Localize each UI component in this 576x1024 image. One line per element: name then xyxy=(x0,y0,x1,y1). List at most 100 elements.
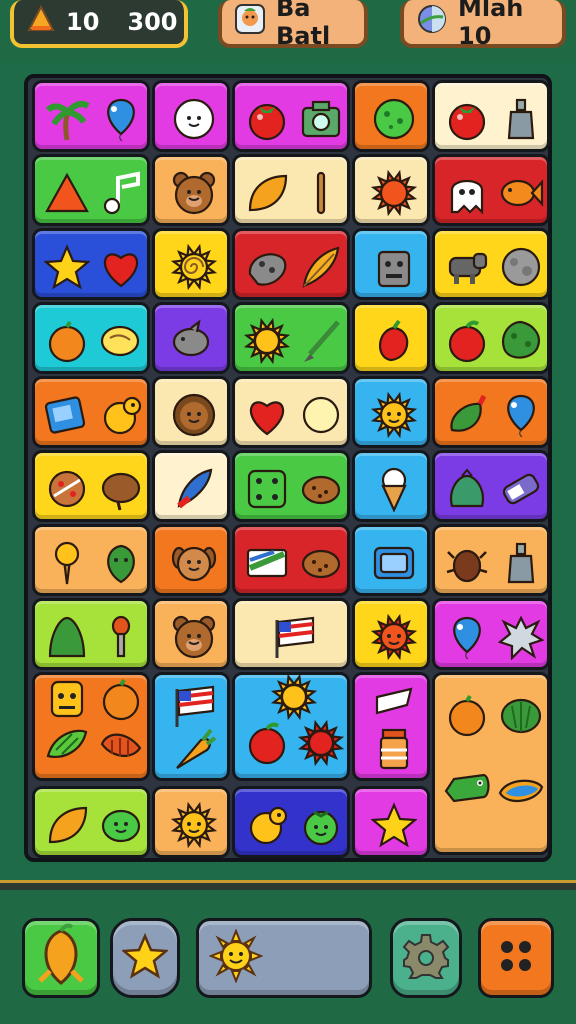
tile-bag-can[interactable] xyxy=(432,450,550,522)
battle-button[interactable]: Ba Batl xyxy=(218,0,368,50)
tile-ghost[interactable] xyxy=(152,80,230,152)
dice-icon xyxy=(244,466,290,512)
green-pepper-icon xyxy=(444,392,490,438)
sun-panel[interactable] xyxy=(196,918,372,998)
stick-icon xyxy=(298,170,344,216)
tile-spiral-sun[interactable] xyxy=(152,228,230,300)
tile-bear[interactable] xyxy=(152,154,230,226)
tile-ghost-fish[interactable] xyxy=(432,154,550,226)
tile-beetle-bottle[interactable] xyxy=(432,524,550,596)
carrot-icon xyxy=(171,726,217,772)
tile-icecream[interactable] xyxy=(352,450,430,522)
yellow-bird-icon xyxy=(244,802,290,848)
tile-dice-cookie[interactable] xyxy=(232,450,350,522)
tile-card-jar[interactable] xyxy=(352,672,430,781)
coin-icon xyxy=(298,392,344,438)
tile-orange-lemon[interactable] xyxy=(32,302,150,374)
tile-tomato-bottle[interactable] xyxy=(432,80,550,152)
rock-icon xyxy=(244,244,290,290)
spray-can-icon xyxy=(498,466,544,512)
camera-icon xyxy=(298,96,344,142)
green-berry-icon xyxy=(298,802,344,848)
tile-pepper[interactable] xyxy=(352,302,430,374)
apple-icon xyxy=(444,318,490,364)
tile-sun-orange[interactable] xyxy=(152,786,230,858)
caterpillar-icon xyxy=(44,720,90,766)
tile-balloon-splat[interactable] xyxy=(432,598,550,670)
star-icon xyxy=(120,932,170,983)
balloon-icon xyxy=(498,392,544,438)
tile-feather[interactable] xyxy=(152,450,230,522)
flag-icon xyxy=(271,614,317,660)
green-ball-icon xyxy=(371,96,417,142)
tile-sun-apple-urchin[interactable] xyxy=(232,672,350,781)
bag-icon xyxy=(444,466,490,512)
tile-leaf-blob[interactable] xyxy=(32,786,150,858)
cookie-icon xyxy=(298,466,344,512)
tile-fish-grey[interactable] xyxy=(152,302,230,374)
microphone-icon xyxy=(98,614,144,660)
settings-button[interactable] xyxy=(390,918,462,998)
flag-icon xyxy=(171,683,217,729)
sun-face-icon xyxy=(370,391,418,439)
worm-icon xyxy=(98,720,144,766)
score-value-1: 10 xyxy=(66,8,100,36)
tile-robot-face-fruits[interactable] xyxy=(32,672,150,781)
star-button[interactable] xyxy=(110,918,180,998)
tile-crab[interactable] xyxy=(352,154,430,226)
sun-icon xyxy=(270,673,318,720)
flag-card-icon xyxy=(244,540,290,586)
green-blob-icon xyxy=(98,802,144,848)
tile-block-bird[interactable] xyxy=(32,376,150,448)
tile-flag-cookie[interactable] xyxy=(232,524,350,596)
sun-face-icon xyxy=(170,801,218,849)
tile-red-sun[interactable] xyxy=(352,598,430,670)
cookie-icon xyxy=(298,540,344,586)
tile-pepper-balloon[interactable] xyxy=(432,376,550,448)
tile-cow-moon[interactable] xyxy=(432,228,550,300)
tile-dog[interactable] xyxy=(152,524,230,596)
bear-face-icon xyxy=(171,170,217,216)
tile-rock-feather[interactable] xyxy=(232,228,350,300)
star-icon xyxy=(43,244,91,290)
tile-radio[interactable] xyxy=(352,524,430,596)
tile-sun-brush[interactable] xyxy=(232,302,350,374)
tile-apple-cactus[interactable] xyxy=(432,302,550,374)
tile-palm-balloon[interactable] xyxy=(32,80,150,152)
splat-icon xyxy=(497,614,545,661)
tile-leaf-stick[interactable] xyxy=(232,154,350,226)
score-panel: 10 300 xyxy=(10,0,188,48)
tile-star[interactable] xyxy=(352,786,430,858)
tile-bird-berry[interactable] xyxy=(232,786,350,858)
urchin-icon xyxy=(297,719,345,766)
character-avatar-icon xyxy=(234,3,266,41)
tile-orange-melon-lizard-lake[interactable] xyxy=(432,672,550,855)
tile-sun-face[interactable] xyxy=(352,376,430,448)
feather-icon xyxy=(298,244,344,290)
tile-pizza-potato[interactable] xyxy=(32,450,150,522)
tile-bush-mic[interactable] xyxy=(32,598,150,670)
tile-bear2[interactable] xyxy=(152,598,230,670)
tile-star-heart[interactable] xyxy=(32,228,150,300)
tile-flag[interactable] xyxy=(232,598,350,670)
tile-flag-carrot[interactable] xyxy=(152,672,230,781)
tile-triangle-note[interactable] xyxy=(32,154,150,226)
heart-icon xyxy=(98,244,144,290)
music-note-icon xyxy=(98,170,144,216)
match-label: Mlah 10 xyxy=(458,0,524,50)
match-panel[interactable]: Mlah 10 xyxy=(400,0,566,50)
tile-lion[interactable] xyxy=(152,376,230,448)
four-dots-icon xyxy=(496,936,536,980)
tile-heart-coin[interactable] xyxy=(232,376,350,448)
tile-lime-ball[interactable] xyxy=(352,80,430,152)
tile-torch-leaf[interactable] xyxy=(32,524,150,596)
menu-button[interactable] xyxy=(478,918,554,998)
apple-icon xyxy=(244,720,290,766)
red-sun-icon xyxy=(370,613,418,661)
fruit-button[interactable] xyxy=(22,918,100,998)
brush-icon xyxy=(298,318,344,364)
green-leaf-icon xyxy=(98,540,144,586)
tile-robot[interactable] xyxy=(352,228,430,300)
tile-tomato-camera[interactable] xyxy=(232,80,350,152)
ghost-face-icon xyxy=(171,96,217,142)
